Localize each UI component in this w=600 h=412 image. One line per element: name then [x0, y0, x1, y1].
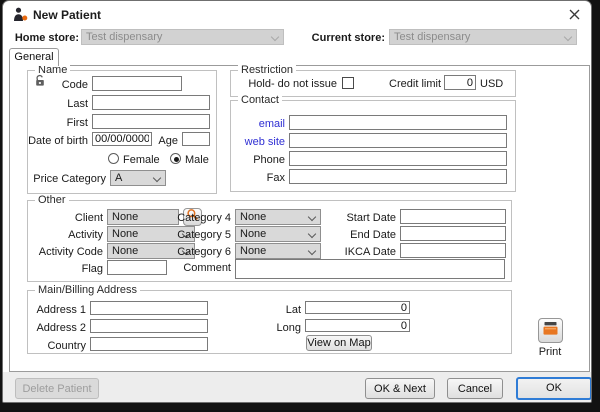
address2-label: Address 2 — [28, 322, 86, 334]
price-category-label: Price Category — [28, 173, 106, 185]
contact-group-title: Contact — [238, 94, 282, 106]
activity-code-label: Activity Code — [28, 246, 103, 258]
male-radio[interactable] — [170, 153, 181, 164]
fax-input[interactable] — [289, 169, 507, 184]
flag-label: Flag — [28, 263, 103, 275]
name-group: Name Code Last First Date of birth Age F… — [27, 70, 217, 194]
print-icon — [542, 321, 559, 341]
fax-label: Fax — [231, 172, 285, 184]
category6-select[interactable]: None — [235, 243, 321, 259]
male-label: Male — [185, 154, 209, 166]
age-label: Age — [154, 135, 178, 147]
footer-bar: Delete Patient OK & Next Cancel OK — [3, 372, 592, 403]
address-group-title: Main/Billing Address — [35, 284, 140, 296]
restriction-group-title: Restriction — [238, 64, 296, 76]
category5-select[interactable]: None — [235, 226, 321, 242]
cancel-button[interactable]: Cancel — [447, 378, 503, 399]
price-category-select[interactable]: A — [110, 170, 166, 186]
start-date-label: Start Date — [313, 212, 396, 224]
contact-group: Contact email web site Phone Fax — [230, 100, 516, 192]
restriction-group: Restriction Hold- do not issue Credit li… — [230, 70, 516, 97]
female-label: Female — [123, 154, 160, 166]
general-tab-panel: Name Code Last First Date of birth Age F… — [9, 65, 590, 372]
end-date-label: End Date — [313, 229, 396, 241]
new-patient-dialog: New Patient Home store: Test dispensary … — [2, 0, 592, 403]
comment-textarea[interactable] — [235, 259, 505, 279]
ikca-date-input[interactable] — [400, 243, 506, 258]
website-label[interactable]: web site — [231, 136, 285, 148]
address1-label: Address 1 — [28, 304, 86, 316]
hold-label: Hold- do not issue — [231, 78, 337, 90]
category4-value: None — [240, 211, 266, 223]
activity-value: None — [112, 228, 138, 240]
hold-checkbox[interactable] — [342, 77, 354, 89]
dob-input[interactable] — [92, 132, 152, 146]
home-store-select: Test dispensary — [81, 29, 284, 45]
website-input[interactable] — [289, 133, 507, 148]
long-input[interactable] — [305, 319, 410, 332]
first-label: First — [28, 117, 88, 129]
phone-label: Phone — [231, 154, 285, 166]
current-store-select: Test dispensary — [389, 29, 577, 45]
home-store-label: Home store: — [9, 32, 79, 44]
window-title: New Patient — [33, 8, 101, 22]
end-date-input[interactable] — [400, 226, 506, 241]
long-label: Long — [268, 322, 301, 334]
category6-value: None — [240, 245, 266, 257]
activity-label: Activity — [28, 229, 103, 241]
comment-label: Comment — [148, 262, 231, 274]
home-store-value: Test dispensary — [86, 31, 162, 43]
category5-label: Category 5 — [148, 229, 231, 241]
current-store-label: Current store: — [301, 32, 385, 44]
email-input[interactable] — [289, 115, 507, 130]
current-store-value: Test dispensary — [394, 31, 470, 43]
category5-value: None — [240, 228, 266, 240]
close-icon[interactable] — [567, 7, 582, 22]
last-name-input[interactable] — [92, 95, 210, 110]
code-label: Code — [28, 79, 88, 91]
start-date-input[interactable] — [400, 209, 506, 224]
age-input[interactable] — [182, 132, 210, 146]
credit-limit-input[interactable] — [444, 75, 476, 90]
view-on-map-button[interactable]: View on Map — [306, 335, 372, 351]
country-input[interactable] — [90, 337, 208, 351]
phone-input[interactable] — [289, 151, 507, 166]
print-button[interactable] — [538, 318, 563, 343]
tab-general[interactable]: General — [9, 48, 59, 66]
client-value: None — [112, 211, 138, 223]
credit-limit-label: Credit limit — [381, 78, 441, 90]
other-group: Other Client None Activity None Activity… — [27, 200, 512, 282]
print-label: Print — [528, 346, 572, 358]
activity-code-value: None — [112, 245, 138, 257]
lat-label: Lat — [268, 304, 301, 316]
patient-icon — [13, 7, 29, 22]
lat-input[interactable] — [305, 301, 410, 314]
category6-label: Category 6 — [148, 246, 231, 258]
ok-button[interactable]: OK — [516, 377, 592, 400]
country-label: Country — [28, 340, 86, 352]
currency-label: USD — [480, 78, 503, 90]
address1-input[interactable] — [90, 301, 208, 315]
last-label: Last — [28, 98, 88, 110]
address2-input[interactable] — [90, 319, 208, 333]
female-radio[interactable] — [108, 153, 119, 164]
email-label[interactable]: email — [231, 118, 285, 130]
category4-label: Category 4 — [148, 212, 231, 224]
code-input[interactable] — [92, 76, 182, 91]
category4-select[interactable]: None — [235, 209, 321, 225]
price-category-value: A — [115, 172, 122, 184]
client-label: Client — [28, 212, 103, 224]
delete-patient-button: Delete Patient — [15, 378, 99, 399]
address-group: Main/Billing Address Address 1 Address 2… — [27, 290, 512, 354]
dob-label: Date of birth — [28, 135, 88, 147]
other-group-title: Other — [35, 194, 69, 206]
first-name-input[interactable] — [92, 114, 210, 129]
ok-next-button[interactable]: OK & Next — [365, 378, 435, 399]
ikca-date-label: IKCA Date — [313, 246, 396, 258]
